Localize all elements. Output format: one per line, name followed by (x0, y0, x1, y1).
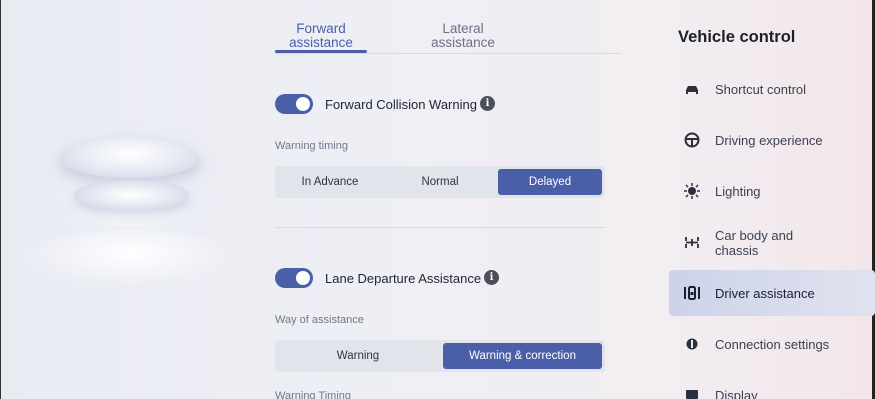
illustration-ring-top (60, 138, 200, 178)
sidebar-item-label: Driving experience (715, 133, 823, 148)
way-of-assistance-segmented: Warning Warning & correction (275, 340, 605, 372)
sidebar-item-label: Driver assistance (715, 286, 815, 301)
warning-timing-caption: Warning timing (275, 140, 348, 152)
driver-assist-icon (684, 286, 700, 300)
connection-icon (686, 338, 698, 350)
car-icon (686, 86, 698, 94)
active-tab-underline (275, 50, 367, 53)
sidebar-item-label: Car body and chassis (715, 228, 793, 258)
lane-departure-label: Lane Departure Assistance (325, 271, 482, 286)
sidebar-item-connection-settings[interactable]: Connection settings (669, 321, 875, 367)
warning-timing-segmented: In Advance Normal Delayed (275, 166, 605, 198)
sidebar-title: Vehicle control (678, 28, 796, 46)
info-icon[interactable]: i (480, 96, 495, 111)
lane-departure-toggle[interactable] (275, 268, 313, 288)
display-icon (686, 390, 698, 399)
tab-forward-line2: assistance (289, 35, 353, 50)
section-divider (275, 227, 605, 228)
steering-wheel-icon (684, 132, 700, 148)
illustration-ring-middle (74, 180, 189, 210)
tab-forward-line1: Forward (296, 21, 346, 36)
tab-lateral-line1: Lateral (442, 21, 484, 36)
forward-collision-label: Forward Collision Warning (325, 97, 477, 112)
sidebar-item-label: Connection settings (715, 337, 830, 352)
tab-lateral-line2: assistance (431, 35, 495, 50)
option-warning-correction[interactable]: Warning & correction (443, 343, 602, 369)
warning-timing-caption-2: Warning Timing (275, 390, 352, 399)
option-delayed[interactable]: Delayed (498, 169, 602, 195)
sidebar-item-label-line2: chassis (715, 243, 759, 258)
tab-forward-assistance[interactable]: Forward assistance (275, 22, 367, 50)
light-icon (684, 183, 700, 199)
sidebar-item-driving-experience[interactable]: Driving experience (669, 117, 875, 163)
assistance-tabs: Forward assistance Lateral assistance (275, 22, 622, 54)
chassis-icon (685, 237, 699, 248)
illustration-glow (20, 230, 240, 290)
toggle-knob (296, 97, 310, 111)
sidebar-item-shortcut-control[interactable]: Shortcut control (669, 66, 875, 112)
way-of-assistance-caption: Way of assistance (275, 314, 364, 326)
driver-assist-illustration (20, 110, 240, 310)
sidebar-item-driver-assistance[interactable]: Driver assistance (669, 270, 875, 316)
sidebar-item-lighting[interactable]: Lighting (669, 168, 875, 214)
option-in-advance[interactable]: In Advance (278, 169, 382, 195)
sidebar-item-label: Shortcut control (715, 82, 807, 97)
sidebar-item-display[interactable]: Display (669, 372, 875, 399)
sidebar-item-car-body-chassis[interactable]: Car body and chassis (669, 219, 875, 265)
sidebar-item-label: Lighting (715, 184, 761, 199)
sidebar-item-label-line1: Car body and (715, 228, 794, 243)
sidebar-item-label: Display (715, 388, 758, 399)
option-normal[interactable]: Normal (388, 169, 492, 195)
forward-collision-toggle[interactable] (275, 94, 313, 114)
tab-lateral-assistance[interactable]: Lateral assistance (413, 22, 513, 50)
info-icon[interactable]: i (484, 270, 499, 285)
option-warning[interactable]: Warning (278, 343, 438, 369)
toggle-knob (296, 271, 310, 285)
